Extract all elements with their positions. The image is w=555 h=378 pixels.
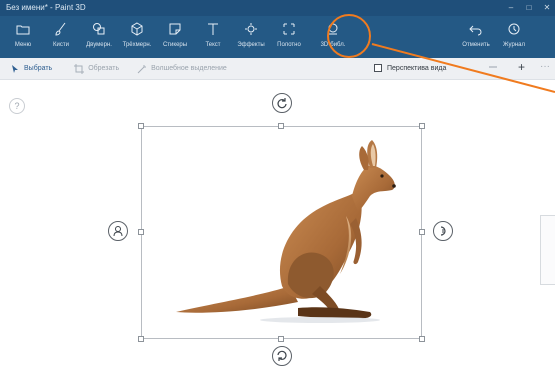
history-icon xyxy=(508,23,520,35)
undo-label: Отменить xyxy=(462,42,490,48)
window-title: Без имени* - Paint 3D xyxy=(6,3,86,12)
resize-handle[interactable] xyxy=(278,336,284,342)
highlight-circle xyxy=(327,14,371,58)
maximize-button[interactable]: □ xyxy=(525,0,533,16)
canvas-button[interactable]: Полотно xyxy=(270,16,308,58)
text-icon xyxy=(208,23,218,35)
2d-shapes-label: Двумерн. xyxy=(86,42,112,48)
drawing-canvas[interactable]: ? xyxy=(0,80,555,378)
resize-handle[interactable] xyxy=(419,123,425,129)
effects-label: Эффекты xyxy=(237,42,265,48)
resize-handle[interactable] xyxy=(278,123,284,129)
zoom-out-icon[interactable] xyxy=(488,62,498,72)
2d-shapes-icon xyxy=(93,23,105,35)
kangaroo-3d-model[interactable] xyxy=(170,136,410,328)
resize-handle[interactable] xyxy=(138,229,144,235)
history-label: Журнал xyxy=(503,42,525,48)
side-panel-edge[interactable] xyxy=(540,215,555,285)
magic-select-label: Волшебное выделение xyxy=(151,65,227,72)
resize-handle[interactable] xyxy=(419,229,425,235)
select-button[interactable]: Выбрать xyxy=(10,64,52,74)
zoom-in-icon[interactable]: + xyxy=(518,61,530,73)
brush-icon xyxy=(55,22,66,36)
rotate-bottom-icon xyxy=(277,350,287,361)
text-label: Текст xyxy=(205,42,221,48)
rotate-y-icon xyxy=(440,226,446,236)
brushes-button[interactable]: Кисти xyxy=(42,16,80,58)
rotate-right-handle[interactable] xyxy=(433,221,453,241)
rotate-x-icon xyxy=(113,226,123,237)
title-bar: Без имени* - Paint 3D – □ ✕ xyxy=(0,0,555,16)
crop-label: Обрезать xyxy=(88,65,120,72)
text-button[interactable]: Текст xyxy=(194,16,232,58)
2d-shapes-button[interactable]: Двумерн. xyxy=(80,16,118,58)
rotate-z-icon xyxy=(277,98,287,109)
3d-shapes-button[interactable]: Трёхмерн. xyxy=(118,16,156,58)
undo-button[interactable]: Отменить xyxy=(457,16,495,58)
secondary-toolbar: Выбрать Обрезать Волшебное выделение Пер… xyxy=(0,58,555,80)
select-label: Выбрать xyxy=(24,65,53,72)
3d-shapes-label: Трёхмерн. xyxy=(122,42,152,48)
perspective-label: Перспектива вида xyxy=(387,64,447,72)
magic-wand-icon xyxy=(137,64,147,73)
rotate-bottom-handle[interactable] xyxy=(272,346,292,366)
crop-button[interactable]: Обрезать xyxy=(74,63,120,74)
resize-handle[interactable] xyxy=(138,123,144,129)
minimize-button[interactable]: – xyxy=(507,0,515,16)
effects-icon xyxy=(245,23,257,35)
effects-button[interactable]: Эффекты xyxy=(232,16,270,58)
select-cursor-icon xyxy=(12,64,18,73)
magic-select-button[interactable]: Волшебное выделение xyxy=(137,64,227,74)
stickers-label: Стикеры xyxy=(162,42,188,48)
folder-icon xyxy=(16,25,30,35)
ribbon-toolbar: Меню Кисти Двумерн. Трёхмерн. Стикеры Те… xyxy=(0,16,555,58)
3d-shapes-icon xyxy=(131,22,143,36)
more-options-icon[interactable]: ··· xyxy=(540,61,550,72)
canvas-icon xyxy=(283,23,295,35)
undo-icon xyxy=(469,25,482,36)
perspective-checkbox[interactable] xyxy=(374,64,382,72)
perspective-toggle[interactable]: Перспектива вида xyxy=(374,64,446,72)
sticker-icon xyxy=(169,23,181,35)
resize-handle[interactable] xyxy=(138,336,144,342)
rotate-top-handle[interactable] xyxy=(272,93,292,113)
history-button[interactable]: Журнал xyxy=(495,16,533,58)
canvas-label: Полотно xyxy=(277,42,301,48)
close-button[interactable]: ✕ xyxy=(543,0,551,16)
window-controls: – □ ✕ xyxy=(507,0,551,16)
help-icon[interactable]: ? xyxy=(9,98,25,114)
paint3d-window: Без имени* - Paint 3D – □ ✕ Меню Кисти Д… xyxy=(0,0,555,378)
crop-icon xyxy=(74,63,85,74)
brushes-label: Кисти xyxy=(53,42,69,48)
stickers-button[interactable]: Стикеры xyxy=(156,16,194,58)
rotate-left-handle[interactable] xyxy=(108,221,128,241)
menu-button[interactable]: Меню xyxy=(4,16,42,58)
ribbon-right-group: Отменить Журнал xyxy=(457,16,533,58)
resize-handle[interactable] xyxy=(419,336,425,342)
menu-label: Меню xyxy=(14,42,32,48)
